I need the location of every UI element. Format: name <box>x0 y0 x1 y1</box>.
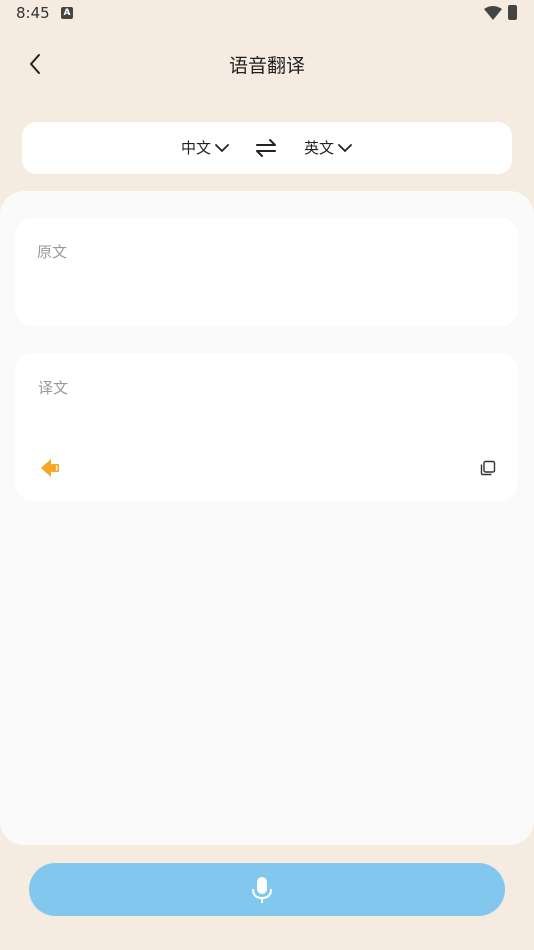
chevron-down-icon <box>338 143 352 152</box>
status-notification-icon: A <box>61 7 73 19</box>
target-language-dropdown[interactable]: 英文 <box>304 137 352 158</box>
source-text-input[interactable] <box>15 218 518 326</box>
page-title: 语音翻译 <box>228 55 305 77</box>
target-language-label: 英文 <box>304 139 335 157</box>
copy-icon[interactable] <box>480 460 496 476</box>
source-language-dropdown[interactable]: 中文 <box>181 137 229 158</box>
translation-placeholder: 译文 <box>38 379 69 397</box>
translation-output-card <box>15 353 518 501</box>
battery-icon <box>508 5 517 20</box>
chevron-down-icon <box>215 143 229 152</box>
microphone-icon <box>252 877 272 903</box>
wifi-icon <box>484 6 502 20</box>
source-language-label: 中文 <box>181 139 212 157</box>
speaker-icon[interactable] <box>40 457 62 479</box>
swap-arrows-icon[interactable] <box>255 137 277 159</box>
source-placeholder: 原文 <box>37 243 68 261</box>
status-time: 8:45 <box>16 4 50 22</box>
